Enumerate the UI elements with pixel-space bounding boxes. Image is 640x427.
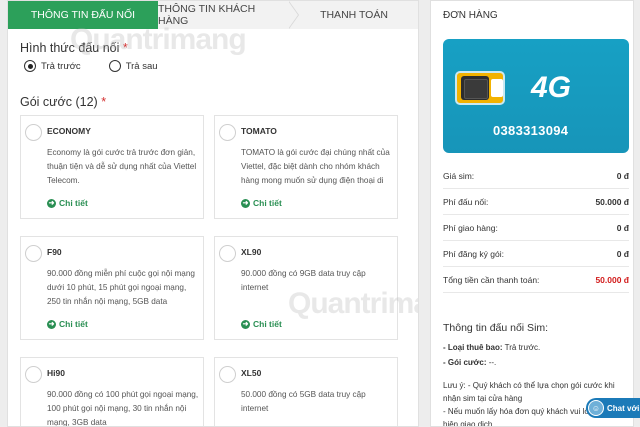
subscriber-type: - Loại thuê bao: Trả trước. xyxy=(443,343,541,352)
connection-type-options: Trả trước Trả sau xyxy=(24,60,158,72)
connection-type-label: Hình thức đấu nối * xyxy=(20,41,128,55)
step-customer-info[interactable]: THÔNG TIN KHÁCH HÀNG xyxy=(158,1,299,29)
package-card-hi90[interactable]: Hi90 90.000 đồng có 100 phút gọi ngoại m… xyxy=(20,357,204,426)
packages-label: Gói cước (12) * xyxy=(20,95,107,109)
package-radio[interactable] xyxy=(25,124,42,141)
sim-card-image: 4G 0383313094 xyxy=(443,39,629,153)
row-shipping-fee: Phí giao hàng: 0 đ xyxy=(443,215,629,241)
row-package-fee: Phí đăng ký gói: 0 đ xyxy=(443,241,629,267)
arrow-right-icon: ➜ xyxy=(47,319,56,329)
sim-chip-icon xyxy=(455,71,505,105)
order-title: ĐƠN HÀNG xyxy=(443,10,498,21)
arrow-right-icon: ➜ xyxy=(47,198,56,208)
row-connection-fee: Phí đấu nối: 50.000 đ xyxy=(443,189,629,215)
arrow-right-icon: ➜ xyxy=(241,198,250,208)
package-radio[interactable] xyxy=(25,366,42,383)
step-connection-info[interactable]: THÔNG TIN ĐẤU NỐI xyxy=(8,1,168,29)
option-postpaid[interactable]: Trả sau xyxy=(108,60,158,72)
chat-button[interactable]: ☺ Chat với xyxy=(586,398,640,418)
package-card-economy[interactable]: ECONOMY Economy là gói cước trả trước đơ… xyxy=(20,115,204,219)
connection-info-title: Thông tin đấu nối Sim: xyxy=(443,322,549,334)
package-radio[interactable] xyxy=(219,245,236,262)
package-card-f90[interactable]: F90 90.000 đồng miễn phí cuộc gọi nội mạ… xyxy=(20,236,204,340)
detail-link[interactable]: ➜ Chi tiết xyxy=(241,198,282,208)
detail-link[interactable]: ➜ Chi tiết xyxy=(47,319,88,329)
row-sim-price: Giá sim: 0 đ xyxy=(443,163,629,189)
row-total: Tổng tiền cần thanh toán: 50.000 đ xyxy=(443,267,629,293)
network-badge: 4G xyxy=(531,71,572,104)
package-card-tomato[interactable]: TOMATO TOMATO là gói cước đại chúng nhất… xyxy=(214,115,398,219)
order-panel: ĐƠN HÀNG 4G 0383313094 Giá sim: 0 đ Phí đ… xyxy=(430,0,634,427)
option-prepaid[interactable]: Trả trước xyxy=(24,60,81,72)
radio-prepaid[interactable] xyxy=(24,60,36,72)
selected-package: - Gói cước: --. xyxy=(443,358,497,367)
package-radio[interactable] xyxy=(219,366,236,383)
package-radio[interactable] xyxy=(25,245,42,262)
total-amount: 50.000 đ xyxy=(595,274,629,285)
detail-link[interactable]: ➜ Chi tiết xyxy=(47,198,88,208)
step-payment[interactable]: THANH TOÁN xyxy=(288,1,418,29)
connection-panel: THÔNG TIN ĐẤU NỐI THÔNG TIN KHÁCH HÀNG T… xyxy=(7,0,419,427)
package-card-xl50[interactable]: XL50 50.000 đồng có 5GB data truy cập in… xyxy=(214,357,398,426)
chat-avatar-icon: ☺ xyxy=(588,400,604,416)
radio-postpaid[interactable] xyxy=(108,60,121,72)
detail-link[interactable]: ➜ Chi tiết xyxy=(241,319,282,329)
checkout-steps: THÔNG TIN ĐẤU NỐI THÔNG TIN KHÁCH HÀNG T… xyxy=(8,1,418,29)
arrow-right-icon: ➜ xyxy=(241,319,250,329)
sim-number: 0383313094 xyxy=(493,123,569,138)
package-radio[interactable] xyxy=(219,124,236,141)
package-card-xl90[interactable]: XL90 90.000 đồng có 9GB data truy cập in… xyxy=(214,236,398,340)
